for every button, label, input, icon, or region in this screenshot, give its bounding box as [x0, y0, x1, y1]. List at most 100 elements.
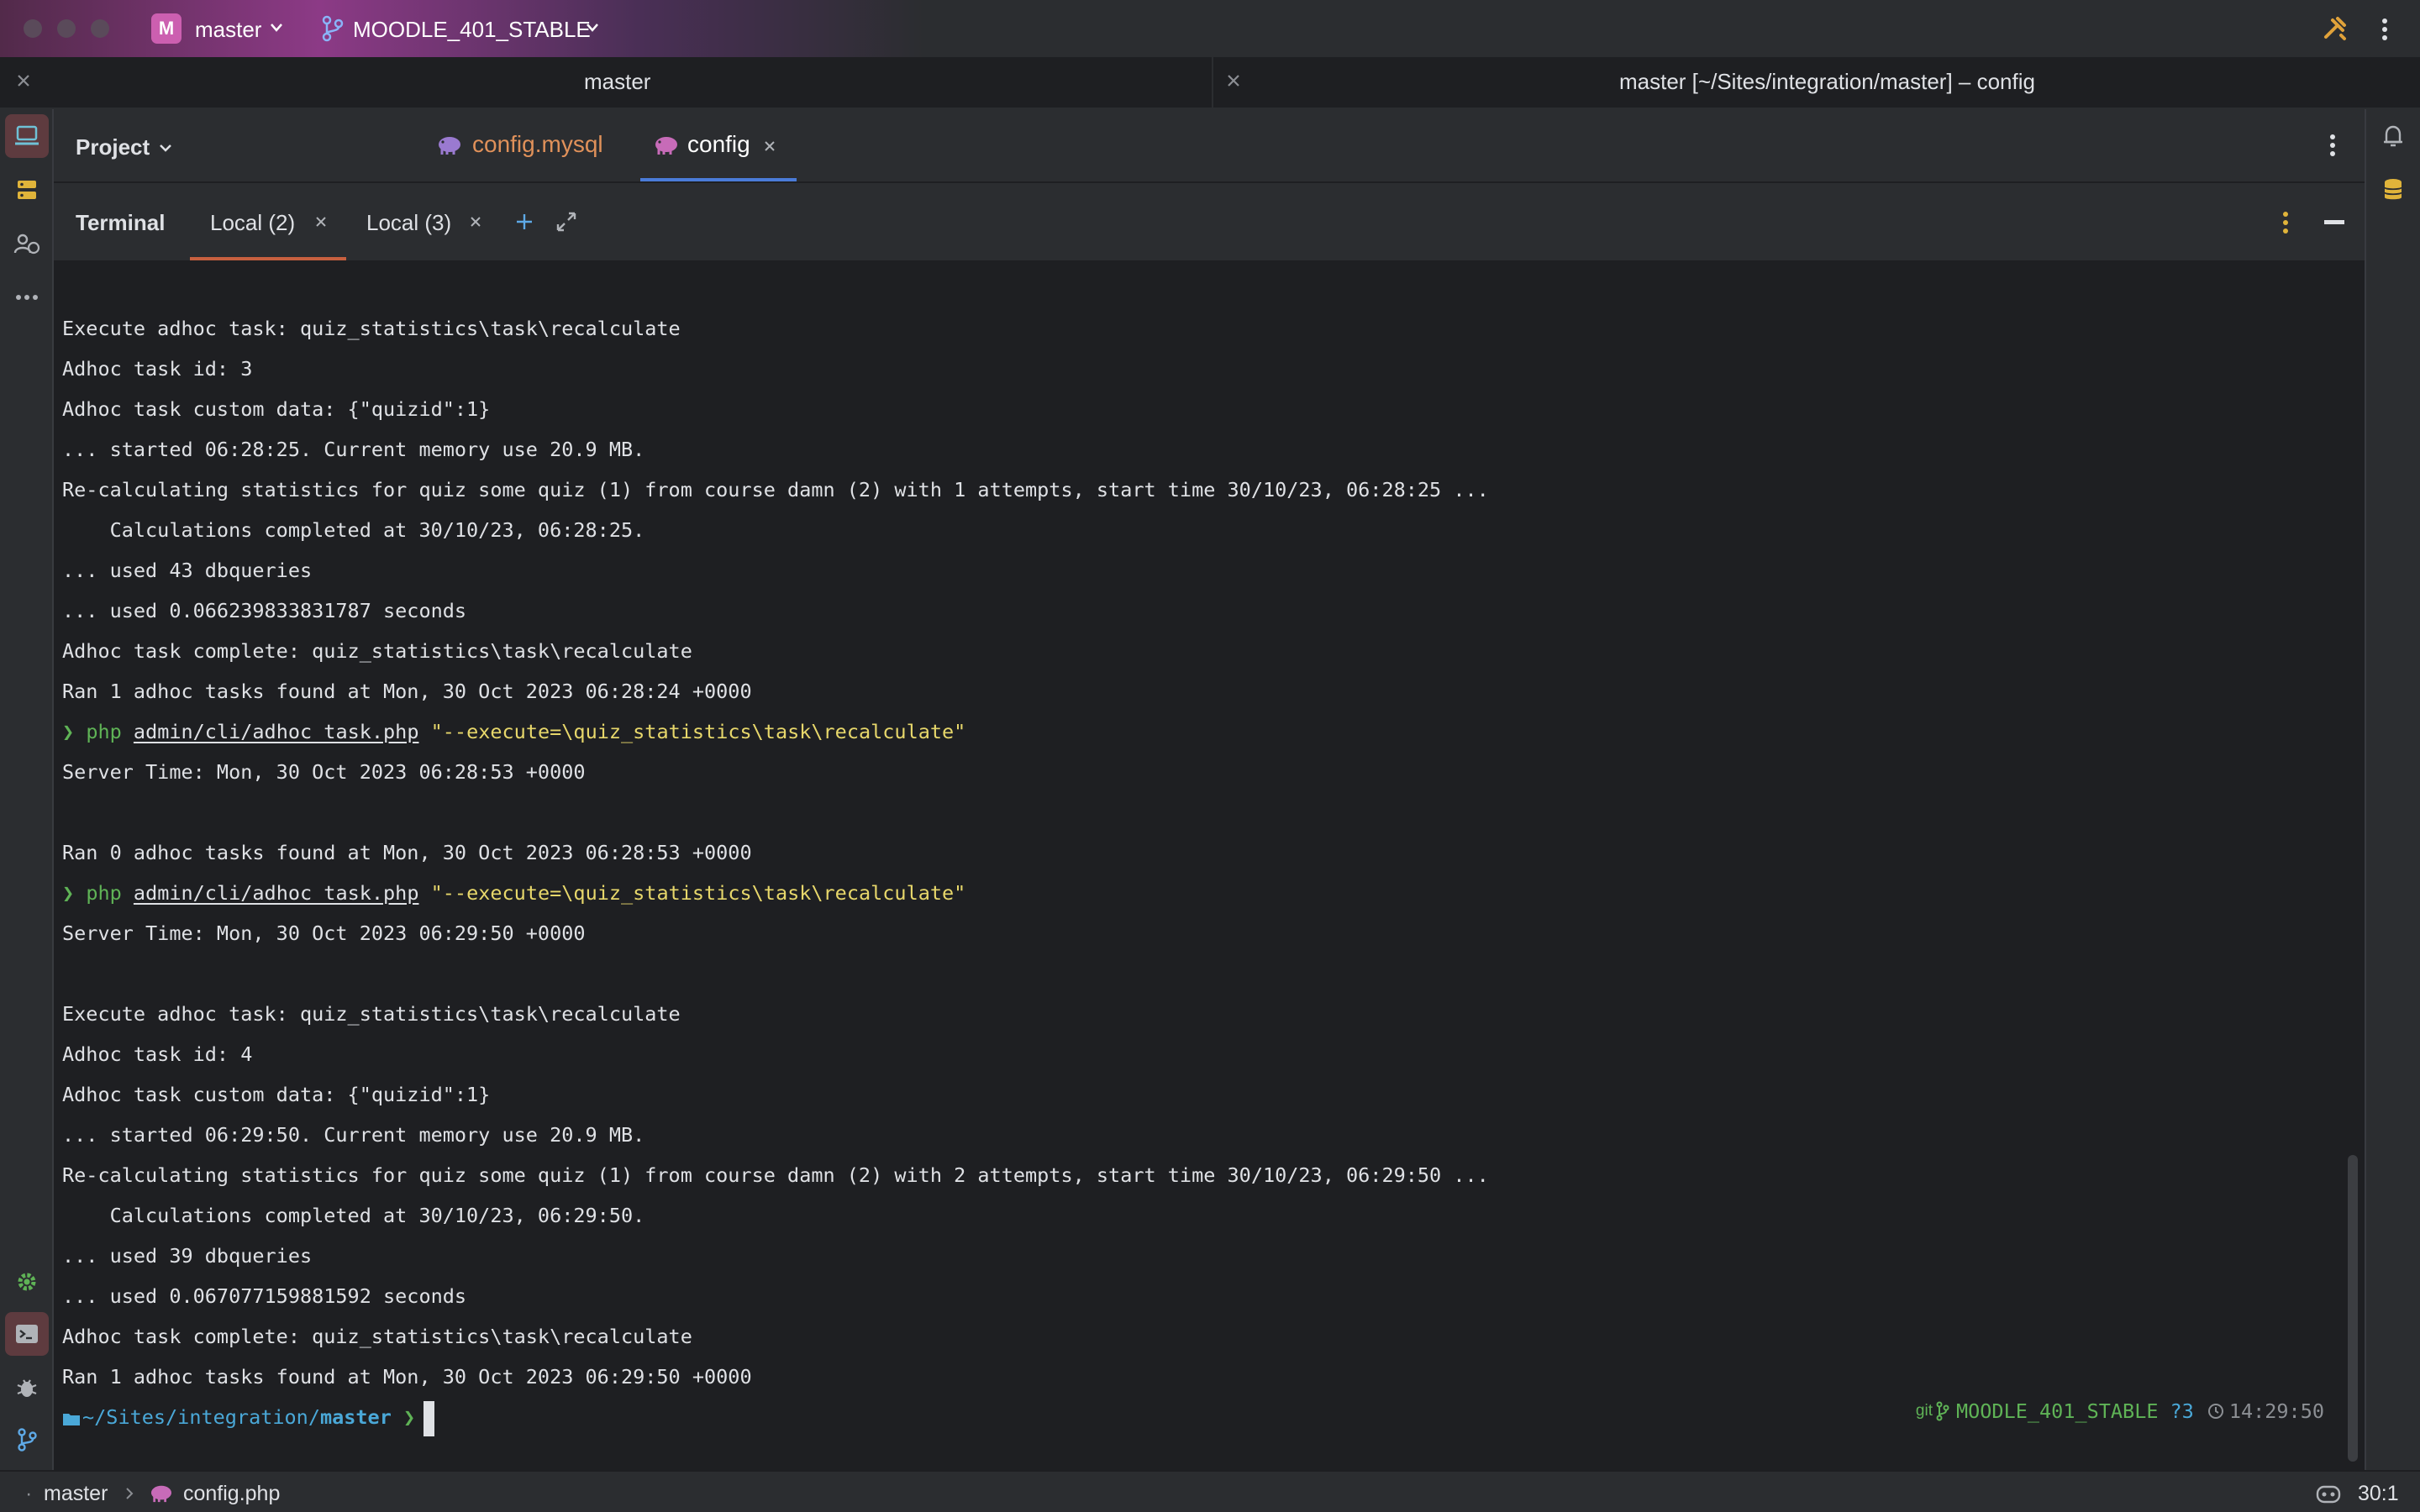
- window-split-divider: [1212, 57, 1213, 109]
- terminal-line: ... used 0.067077159881592 seconds: [62, 1284, 467, 1308]
- chevron-down-icon[interactable]: [269, 22, 284, 34]
- chevron-right-icon: [126, 1488, 134, 1499]
- terminal-icon: [16, 1325, 38, 1343]
- chevron-down-icon[interactable]: [158, 143, 173, 153]
- server-icon: [18, 181, 36, 199]
- terminal-scrollbar[interactable]: [2348, 1155, 2358, 1462]
- status-bar: · master config.php 30:1: [0, 1470, 2420, 1512]
- terminal-line: Ran 1 adhoc tasks found at Mon, 30 Oct 2…: [62, 680, 752, 703]
- window-tab-row: master master [~/Sites/integration/maste…: [0, 57, 2420, 109]
- prompt-time: 14:29:50: [2228, 1399, 2324, 1423]
- git-tool-button[interactable]: [5, 1418, 49, 1462]
- copilot-icon[interactable]: [2314, 1482, 2343, 1505]
- more-vertical-icon[interactable]: [2281, 210, 2291, 235]
- close-icon[interactable]: [1225, 72, 1242, 89]
- people-help-icon: [13, 234, 40, 255]
- more-horizontal-icon: [16, 295, 38, 300]
- terminal-line: Adhoc task id: 4: [62, 1042, 253, 1066]
- cursor-position[interactable]: 30:1: [2358, 1482, 2399, 1506]
- status-dot: ·: [25, 1482, 33, 1505]
- git-label: git: [1915, 1402, 1933, 1420]
- project-tool-button[interactable]: [5, 114, 49, 158]
- terminal-lines: Execute adhoc task: quiz_statistics\task…: [62, 308, 1489, 1437]
- services-tool-button[interactable]: [5, 222, 49, 265]
- editor-tab-row: Project config.mysql config: [54, 109, 2365, 183]
- terminal-line: Ran 1 adhoc tasks found at Mon, 30 Oct 2…: [62, 1365, 752, 1389]
- close-icon[interactable]: [314, 215, 328, 228]
- terminal-line: ... started 06:28:25. Current memory use…: [62, 438, 645, 461]
- breadcrumb-file[interactable]: config.php: [183, 1482, 280, 1506]
- settings-tool-button[interactable]: [5, 1260, 49, 1304]
- command-argument: "--execute=\quiz_statistics\task\recalcu…: [430, 881, 966, 905]
- tab-local-2[interactable]: Local (2): [190, 183, 346, 260]
- window-minimize-button[interactable]: [57, 19, 76, 38]
- command-argument: "--execute=\quiz_statistics\task\recalcu…: [430, 720, 966, 743]
- notifications-button[interactable]: [2371, 114, 2415, 158]
- right-tool-strip: [2365, 109, 2420, 1470]
- terminal-line: ... started 06:29:50. Current memory use…: [62, 1123, 645, 1147]
- right-prompt: git MOODLE_401_STABLE ?3 14:29:50: [1916, 1391, 2324, 1431]
- database-icon: [2384, 179, 2402, 200]
- window-zoom-button[interactable]: [91, 19, 109, 38]
- git-status: ?3: [2170, 1399, 2194, 1423]
- build-tools-icon[interactable]: [2321, 15, 2348, 42]
- terminal-line: Adhoc task complete: quiz_statistics\tas…: [62, 1325, 692, 1348]
- more-tools-button[interactable]: [5, 276, 49, 319]
- project-panel-title[interactable]: Project: [76, 134, 150, 160]
- terminal-cursor[interactable]: [424, 1400, 435, 1436]
- terminal-line: Execute adhoc task: quiz_statistics\task…: [62, 317, 681, 340]
- folder-icon: [63, 1413, 80, 1425]
- database-panel-button[interactable]: [2371, 168, 2415, 212]
- branch-icon: [1936, 1401, 1949, 1421]
- command-name: php: [86, 720, 122, 743]
- terminal-tool-button[interactable]: [5, 1312, 49, 1356]
- terminal-line: ... used 43 dbqueries: [62, 559, 313, 582]
- gear-icon: [18, 1273, 36, 1291]
- window-close-button[interactable]: [24, 19, 42, 38]
- more-vertical-icon[interactable]: [2380, 17, 2390, 42]
- cwd-path: ~/Sites/integration/: [82, 1405, 320, 1429]
- terminal-prompt-line: ~/Sites/integration/master ❯: [62, 1397, 1489, 1437]
- window-title-right[interactable]: master [~/Sites/integration/master] – co…: [1619, 69, 2035, 95]
- more-vertical-icon[interactable]: [2328, 133, 2338, 158]
- plus-icon[interactable]: [514, 212, 534, 232]
- command-path-link[interactable]: admin/cli/adhoc_task.php: [134, 720, 419, 743]
- terminal-line: Adhoc task custom data: {"quizid":1}: [62, 1083, 491, 1106]
- git-branch-icon: [18, 1428, 37, 1452]
- close-icon[interactable]: [15, 72, 32, 89]
- tab-config[interactable]: config: [640, 109, 797, 181]
- terminal-line: Adhoc task id: 3: [62, 357, 253, 381]
- project-badge[interactable]: M: [151, 13, 182, 44]
- terminal-output[interactable]: Execute adhoc task: quiz_statistics\task…: [54, 262, 2365, 1462]
- php-elephant-icon: [655, 137, 677, 155]
- prompt-arrow: ❯: [62, 720, 75, 743]
- bug-icon: [17, 1379, 37, 1397]
- terminal-title: Terminal: [76, 210, 166, 235]
- terminal-header: Terminal Local (2) Local (3): [54, 183, 2365, 262]
- window-title-left[interactable]: master: [584, 69, 650, 95]
- chevron-down-icon[interactable]: [585, 22, 600, 34]
- tab-label: Local (3): [366, 210, 452, 235]
- tab-label: config.mysql: [472, 131, 603, 157]
- close-icon[interactable]: [763, 139, 776, 153]
- terminal-line: Calculations completed at 30/10/23, 06:2…: [62, 1204, 645, 1227]
- terminal-line: Calculations completed at 30/10/23, 06:2…: [62, 518, 645, 542]
- debug-tool-button[interactable]: [5, 1366, 49, 1410]
- terminal-line: Ran 0 adhoc tasks found at Mon, 30 Oct 2…: [62, 841, 752, 864]
- terminal-line: Server Time: Mon, 30 Oct 2023 06:29:50 +…: [62, 921, 586, 945]
- minimize-icon[interactable]: [2324, 220, 2344, 225]
- terminal-command-line: ❯ php admin/cli/adhoc_task.php "--execut…: [62, 711, 1489, 752]
- branch-icon: [322, 15, 344, 42]
- cwd-name: master: [319, 1405, 392, 1429]
- command-path-link[interactable]: admin/cli/adhoc_task.php: [134, 881, 419, 905]
- branch-name[interactable]: MOODLE_401_STABLE: [353, 15, 591, 44]
- project-name[interactable]: master: [195, 15, 261, 44]
- php-elephant-icon: [439, 137, 460, 155]
- breadcrumb-root[interactable]: master: [44, 1482, 108, 1506]
- terminal-line: Re-calculating statistics for quiz some …: [62, 478, 1489, 501]
- terminal-line: Server Time: Mon, 30 Oct 2023 06:28:53 +…: [62, 760, 586, 784]
- database-tool-button[interactable]: [5, 168, 49, 212]
- expand-icon[interactable]: [555, 210, 578, 234]
- close-icon[interactable]: [469, 215, 482, 228]
